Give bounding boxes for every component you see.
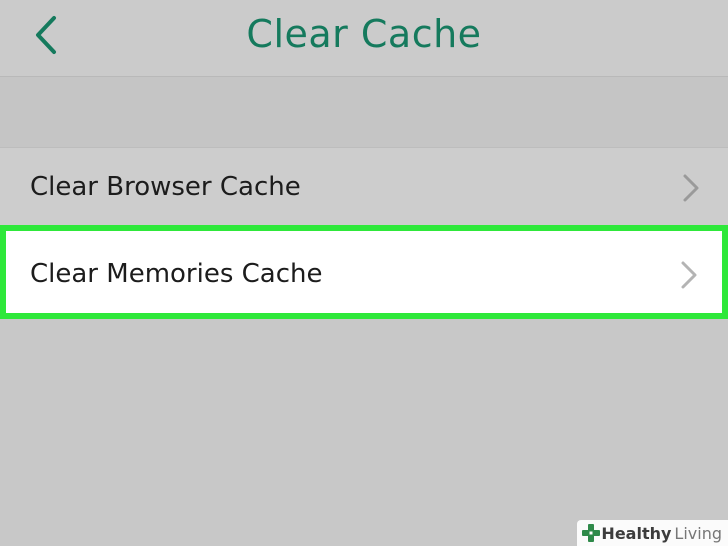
section-spacer	[0, 77, 728, 147]
row-label: Clear Browser Cache	[30, 172, 301, 202]
chevron-right-icon	[681, 261, 697, 289]
watermark-badge: Healthy Living	[577, 520, 728, 546]
row-label: Clear Memories Cache	[30, 259, 323, 289]
navigation-bar: Clear Cache	[0, 0, 728, 77]
plus-cross-icon	[582, 524, 601, 542]
watermark-brand-light: Living	[674, 523, 722, 543]
page-title: Clear Cache	[246, 12, 482, 56]
chevron-right-icon	[683, 174, 699, 202]
clear-browser-cache-row[interactable]: Clear Browser Cache	[0, 147, 728, 229]
clear-cache-screen: Clear Cache Clear Browser Cache Clear Me…	[0, 0, 728, 546]
watermark-brand-bold: Healthy	[601, 523, 672, 543]
clear-memories-cache-row[interactable]: Clear Memories Cache	[0, 225, 728, 319]
